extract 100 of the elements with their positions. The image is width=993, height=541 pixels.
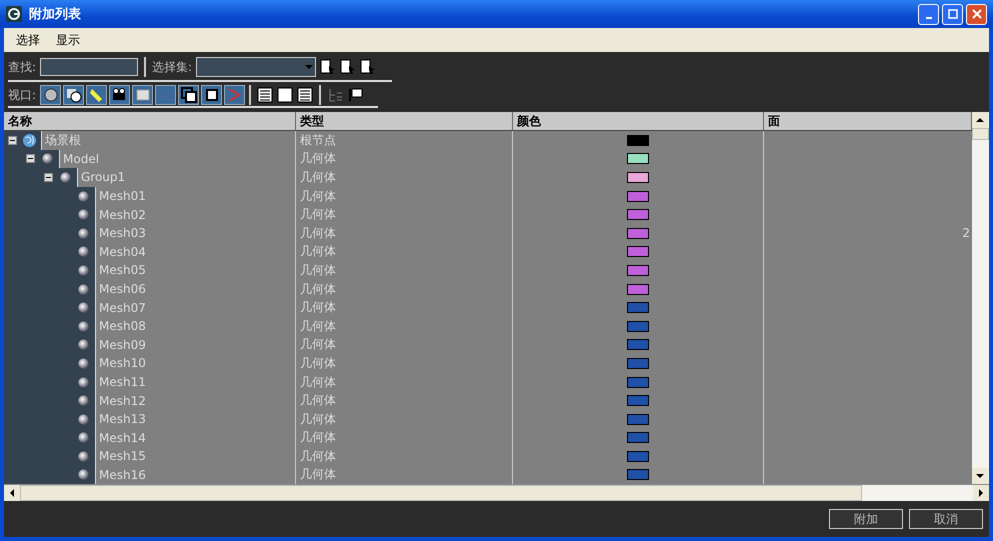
color-swatch[interactable] (627, 469, 649, 480)
filter-button[interactable] (224, 85, 246, 105)
collapse-icon[interactable] (8, 136, 17, 145)
object-name[interactable]: Mesh09 (96, 338, 146, 352)
color-swatch[interactable] (627, 246, 649, 258)
color-swatch[interactable] (627, 432, 649, 444)
filter-button[interactable] (132, 85, 154, 105)
color-swatch[interactable] (627, 395, 649, 406)
color-swatch[interactable] (627, 302, 649, 314)
document-cursor-icon[interactable] (340, 59, 356, 75)
color-swatch[interactable] (627, 376, 649, 388)
color-swatch[interactable] (627, 153, 649, 164)
object-name[interactable]: Mesh15 (96, 449, 146, 464)
sphere-icon (40, 151, 55, 166)
column-header[interactable]: 类型 (296, 112, 513, 130)
sphere-icon (76, 188, 91, 204)
scroll-right-icon[interactable] (973, 485, 989, 501)
maximize-button[interactable] (942, 4, 963, 24)
sphere-icon (76, 318, 91, 334)
attach-button[interactable]: 附加 (829, 509, 903, 529)
color-swatch[interactable] (627, 358, 649, 369)
close-icon (972, 9, 982, 19)
filter-button[interactable] (86, 85, 108, 105)
object-name[interactable]: Mesh04 (96, 244, 146, 259)
object-name[interactable]: Mesh01 (96, 189, 146, 204)
menu-item[interactable]: 选择 (16, 32, 40, 48)
sphere-icon (76, 207, 91, 222)
list-icon[interactable] (257, 87, 274, 103)
sphere-icon (76, 337, 91, 352)
color-swatch[interactable] (627, 209, 649, 220)
shape-icon (180, 87, 197, 103)
object-name[interactable]: Mesh05 (96, 263, 146, 278)
object-name[interactable]: 场景根 (42, 132, 81, 149)
color-swatch[interactable] (627, 450, 649, 462)
bone-icon (226, 87, 243, 103)
close-button[interactable] (966, 4, 987, 24)
scroll-thumb[interactable] (20, 485, 862, 501)
object-name[interactable]: Model (60, 152, 100, 166)
flag-icon[interactable] (347, 87, 364, 103)
filter-button[interactable] (201, 85, 222, 105)
document-cursor-icon[interactable] (320, 59, 336, 75)
filter-button[interactable] (63, 85, 84, 105)
collapse-icon[interactable] (26, 154, 35, 164)
color-swatch[interactable] (627, 264, 649, 276)
color-swatch[interactable] (627, 414, 649, 425)
sphere-icon (76, 412, 91, 427)
object-name[interactable]: Mesh14 (96, 430, 146, 445)
object-name[interactable]: Mesh11 (96, 375, 146, 390)
scroll-left-icon[interactable] (4, 485, 20, 501)
object-type: 几何体 (300, 466, 336, 484)
find-field[interactable] (40, 58, 138, 76)
selection-set-dropdown[interactable] (196, 57, 316, 77)
column-header[interactable]: 颜色 (513, 112, 764, 130)
list-icon[interactable] (277, 87, 294, 103)
sphere-icon (76, 226, 91, 241)
menu-item[interactable]: 显示 (56, 32, 80, 48)
horizontal-scrollbar[interactable] (4, 484, 989, 501)
object-type: 几何体 (300, 410, 336, 428)
object-name[interactable]: Mesh08 (96, 319, 146, 334)
color-swatch[interactable] (627, 172, 649, 183)
caret-icon (305, 65, 314, 69)
object-name[interactable]: Mesh10 (96, 356, 146, 370)
object-name[interactable]: Group1 (78, 170, 126, 184)
list-icon[interactable] (297, 87, 314, 103)
sphere-icon (76, 300, 91, 316)
object-name[interactable]: Mesh12 (96, 394, 146, 408)
color-swatch[interactable] (627, 190, 649, 202)
object-type: 几何体 (300, 262, 336, 279)
color-swatch[interactable] (627, 339, 649, 350)
object-name[interactable]: Mesh07 (96, 300, 146, 315)
object-name[interactable]: Mesh02 (96, 208, 146, 222)
object-type: 几何体 (300, 299, 336, 316)
filter-button[interactable] (40, 85, 62, 105)
collapse-icon[interactable] (44, 172, 53, 182)
object-name[interactable]: Mesh16 (96, 468, 146, 482)
document-cursor-icon[interactable] (360, 59, 376, 75)
scroll-down-icon[interactable] (972, 468, 988, 484)
minimize-button[interactable] (918, 4, 939, 24)
filter-button[interactable] (155, 85, 176, 105)
vertical-scrollbar[interactable] (972, 112, 989, 484)
filter-button[interactable] (178, 85, 200, 105)
color-swatch[interactable] (627, 320, 649, 332)
object-name[interactable]: Mesh06 (96, 282, 146, 296)
globe-icon (22, 132, 37, 148)
cancel-button[interactable]: 取消 (909, 509, 983, 529)
object-type: 几何体 (300, 354, 336, 372)
scroll-thumb[interactable] (972, 128, 989, 140)
color-swatch[interactable] (627, 134, 649, 146)
object-name[interactable]: Mesh13 (96, 412, 146, 426)
scroll-up-icon[interactable] (972, 112, 988, 128)
sphere-icon (58, 170, 73, 185)
color-swatch[interactable] (627, 228, 649, 239)
object-type: 几何体 (300, 392, 336, 410)
sphere-icon (42, 87, 59, 103)
filter-button[interactable] (109, 85, 130, 105)
column-header[interactable]: 名称 (4, 112, 296, 130)
object-name[interactable]: Mesh03 (96, 226, 146, 240)
object-type: 几何体 (300, 429, 336, 446)
sphere-icon (76, 262, 91, 278)
color-swatch[interactable] (627, 284, 649, 295)
